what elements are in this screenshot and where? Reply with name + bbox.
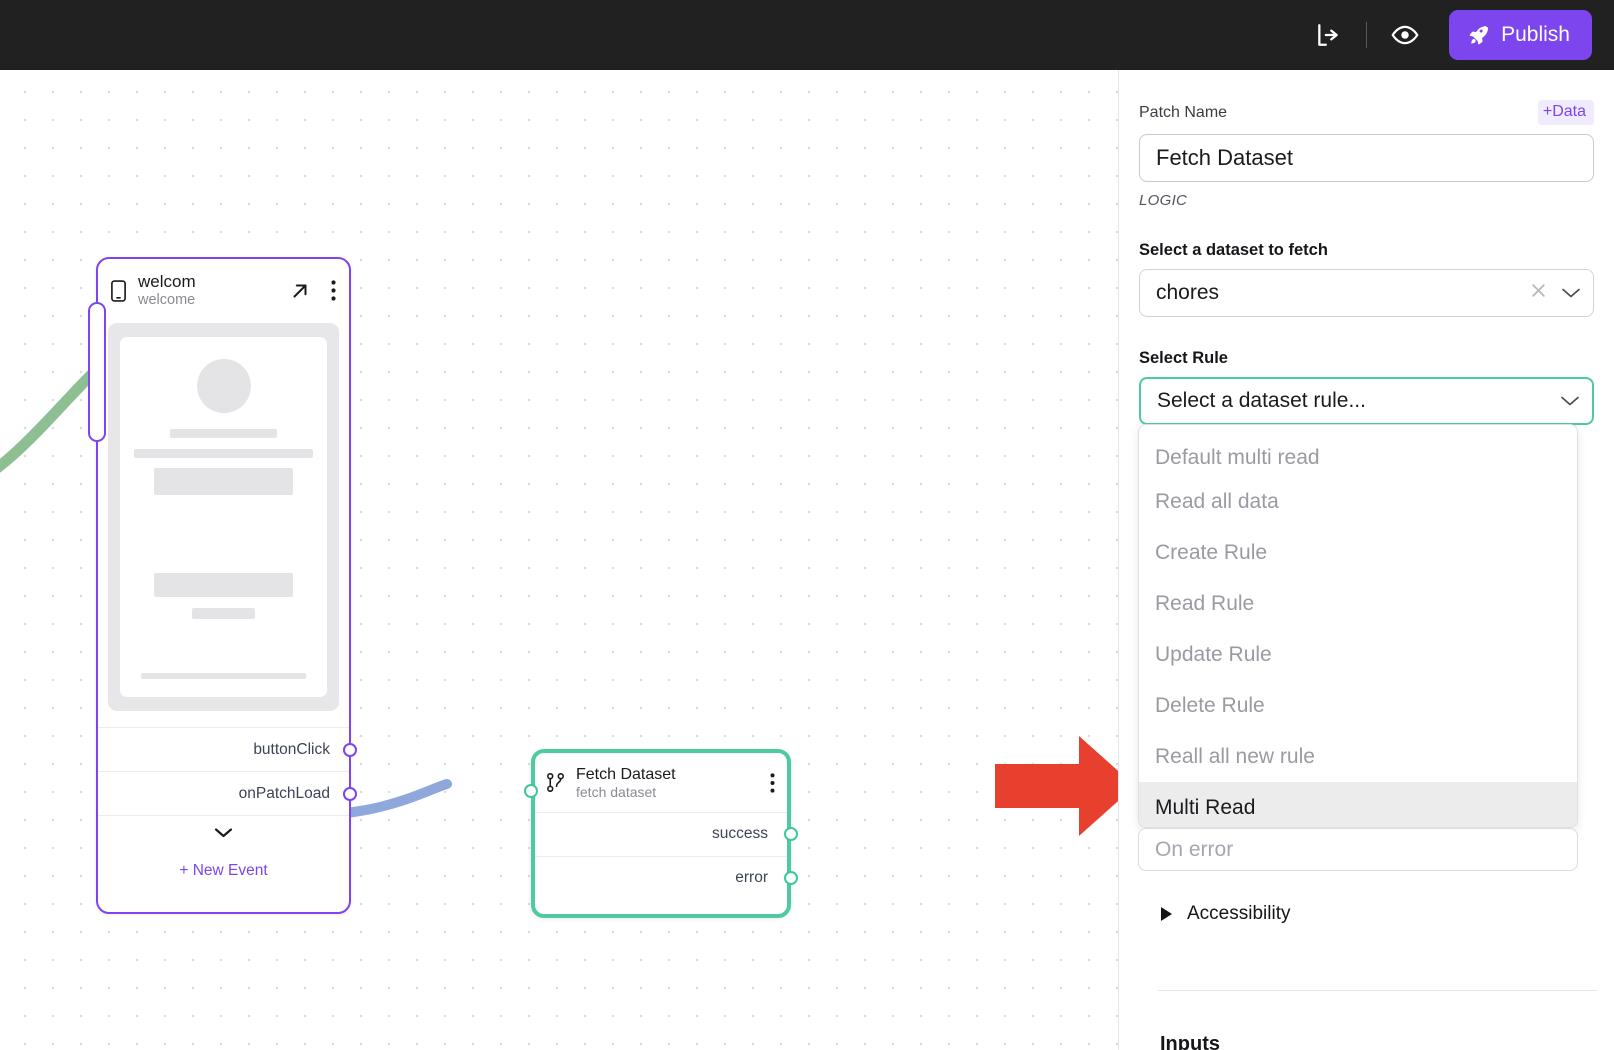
- wireframe-bar: [153, 468, 294, 496]
- toolbar-divider: [1366, 22, 1368, 48]
- screen-node-welcome[interactable]: welcom welcome buttonClick onPatchLoad +…: [88, 257, 357, 914]
- dropdown-option[interactable]: Read Rule: [1139, 578, 1577, 629]
- dropdown-option[interactable]: Reall all new rule: [1139, 731, 1577, 782]
- eye-icon[interactable]: [1383, 13, 1427, 57]
- error-output-port[interactable]: [784, 871, 798, 886]
- phone-icon: [110, 279, 127, 302]
- dataset-select-value: chores: [1156, 281, 1220, 304]
- new-event-button[interactable]: + New Event: [98, 849, 349, 893]
- event-output-port[interactable]: [343, 786, 357, 801]
- screen-node-input-port[interactable]: [88, 302, 106, 442]
- output-row[interactable]: success: [535, 811, 798, 856]
- chevron-down-icon[interactable]: [1561, 287, 1581, 299]
- logic-label: LOGIC: [1139, 192, 1188, 209]
- event-output-port[interactable]: [343, 742, 357, 757]
- screen-node-titles: welcom welcome: [138, 272, 278, 309]
- share-icon[interactable]: [1306, 13, 1350, 57]
- wireframe-bar: [140, 673, 307, 680]
- fetch-node-input-port[interactable]: [524, 784, 538, 798]
- event-label: onPatchLoad: [238, 784, 330, 802]
- screen-preview-content: [120, 337, 327, 698]
- screen-node-header: welcom welcome: [98, 259, 349, 321]
- more-vertical-icon[interactable]: [331, 280, 336, 301]
- patch-name-input[interactable]: Fetch Dataset: [1139, 134, 1594, 182]
- wireframe-avatar: [196, 359, 251, 414]
- wireframe-bar: [169, 429, 278, 439]
- rule-section-heading: Select Rule: [1139, 349, 1228, 367]
- screen-node-subtitle: welcome: [138, 292, 196, 309]
- dropdown-option[interactable]: Update Rule: [1139, 629, 1577, 680]
- inputs-section-heading: Inputs: [1160, 1033, 1220, 1050]
- wireframe-bar: [192, 608, 255, 620]
- accessibility-label: Accessibility: [1187, 903, 1291, 924]
- dropdown-option[interactable]: Create Rule: [1139, 527, 1577, 578]
- rocket-icon: [1468, 24, 1490, 46]
- chevron-down-icon[interactable]: [98, 815, 349, 849]
- top-toolbar: Publish: [0, 0, 1614, 70]
- wireframe-bar: [134, 449, 313, 459]
- incoming-edge: [0, 364, 102, 473]
- add-data-button[interactable]: +Data: [1537, 100, 1594, 125]
- screen-node-events: buttonClick onPatchLoad + New Event: [98, 727, 357, 893]
- fetch-node-header: Fetch Dataset fetch dataset: [535, 753, 787, 812]
- on-error-placeholder: On error: [1155, 837, 1234, 861]
- dropdown-option-selected[interactable]: Multi Read: [1139, 782, 1577, 827]
- accessibility-section-toggle[interactable]: Accessibility: [1160, 903, 1290, 925]
- chevron-down-icon[interactable]: [1560, 395, 1580, 407]
- publish-label: Publish: [1501, 23, 1570, 46]
- fetch-node-titles: Fetch Dataset fetch dataset: [576, 765, 759, 801]
- event-label: buttonClick: [253, 740, 330, 758]
- patch-name-row: Patch Name +Data: [1139, 100, 1594, 125]
- wireframe-bar: [153, 573, 294, 598]
- patch-name-value: Fetch Dataset: [1156, 145, 1293, 170]
- flow-canvas[interactable]: welcom welcome buttonClick onPatchLoad +…: [0, 70, 1118, 1050]
- publish-button[interactable]: Publish: [1449, 10, 1592, 60]
- event-row[interactable]: buttonClick: [98, 727, 357, 771]
- output-label: error: [735, 869, 768, 887]
- patch-name-label: Patch Name: [1139, 103, 1228, 121]
- screen-preview-frame: [108, 323, 339, 712]
- dropdown-option[interactable]: Delete Rule: [1139, 680, 1577, 731]
- output-row[interactable]: error: [535, 855, 798, 900]
- new-event-label: + New Event: [179, 862, 268, 880]
- rule-select-value: Select a dataset rule...: [1157, 389, 1366, 412]
- triangle-right-icon: [1160, 906, 1174, 922]
- add-data-label: +Data: [1542, 103, 1586, 120]
- annotation-arrow-icon: [995, 736, 1135, 836]
- dropdown-option[interactable]: Read all data: [1139, 476, 1577, 527]
- dataset-section-heading: Select a dataset to fetch: [1139, 241, 1328, 259]
- output-label: success: [712, 825, 768, 843]
- close-icon[interactable]: [1530, 282, 1547, 305]
- fetch-node-subtitle: fetch dataset: [576, 784, 657, 801]
- app-root: Publish welcom welcome buttonClick onPat…: [0, 0, 1614, 1050]
- branch-icon: [546, 772, 565, 793]
- rule-select[interactable]: Select a dataset rule...: [1139, 377, 1594, 425]
- fetch-dataset-node[interactable]: Fetch Dataset fetch dataset success erro…: [524, 749, 798, 918]
- dataset-select[interactable]: chores: [1139, 269, 1594, 317]
- rule-dropdown-list[interactable]: Default multi read Read all data Create …: [1138, 424, 1578, 828]
- fetch-node-title: Fetch Dataset: [576, 766, 676, 783]
- screen-node-title: welcom: [138, 272, 196, 291]
- on-error-input[interactable]: On error: [1138, 828, 1578, 871]
- event-row[interactable]: onPatchLoad: [98, 771, 357, 815]
- arrow-up-right-icon[interactable]: [289, 280, 311, 302]
- more-vertical-icon[interactable]: [770, 773, 775, 793]
- dropdown-option[interactable]: Default multi read: [1139, 425, 1577, 476]
- success-output-port[interactable]: [784, 827, 798, 842]
- panel-divider: [1158, 990, 1598, 991]
